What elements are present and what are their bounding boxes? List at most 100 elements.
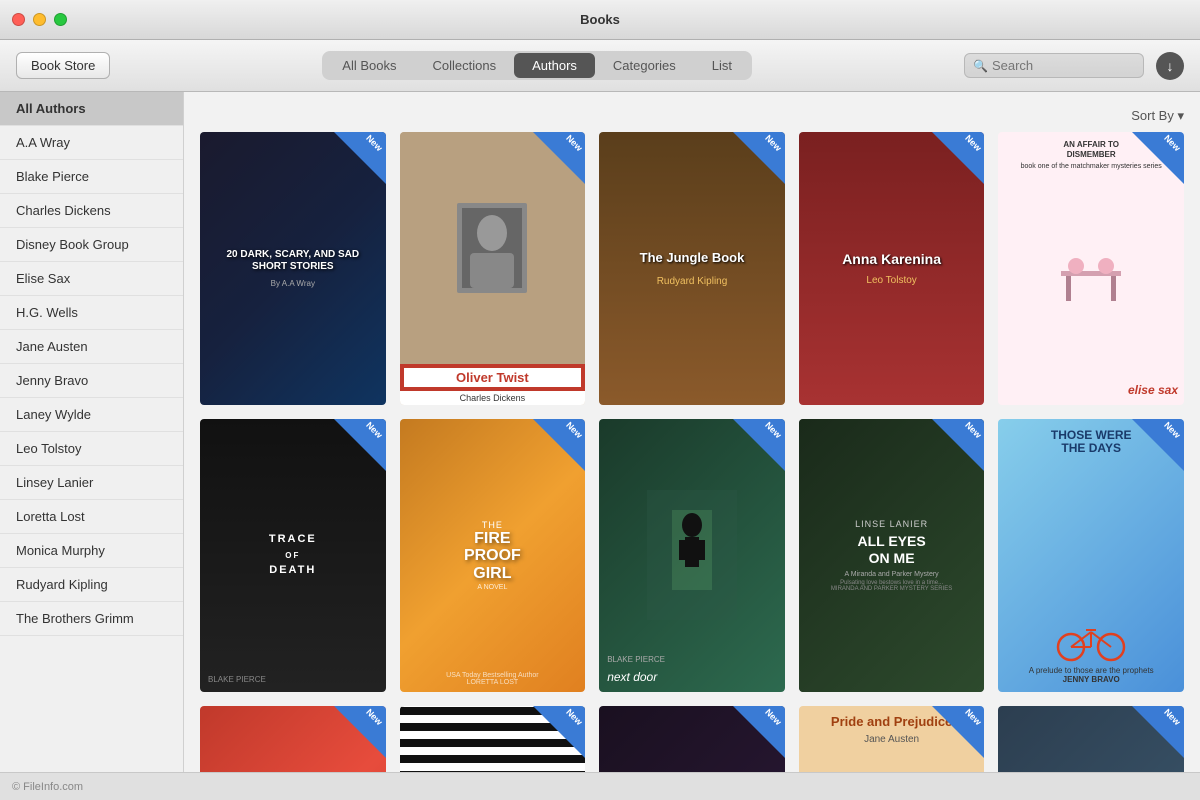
book-title-pre: THE [464,520,521,530]
new-badge: New [533,419,585,471]
new-badge: New [733,132,785,184]
book-author: Charles Dickens [402,393,584,403]
badge-label: New [364,707,384,727]
window-controls [12,13,67,26]
book-author: BLAKE PIERCE [208,675,266,684]
book-card-fireproof-girl[interactable]: THE FIREPROOFGIRL A NOVEL USA Today Best… [400,419,586,692]
book-author: BLAKE PIERCE [607,655,665,664]
book-card-20-dark[interactable]: 20 Dark, Scary, and Sad Short Stories By… [200,132,386,405]
download-icon: ↓ [1166,58,1173,74]
new-badge: New [334,132,386,184]
maximize-button[interactable] [54,13,67,26]
title-bar: Books [0,0,1200,40]
tab-authors[interactable]: Authors [514,53,595,78]
sidebar-item-blake-pierce[interactable]: Blake Pierce [0,160,183,194]
book-author: USA Today Bestselling AuthorLORETTA LOST [406,672,580,686]
new-badge: New [1132,706,1184,758]
sidebar-item-disney-book-group[interactable]: Disney Book Group [0,228,183,262]
book-title: ALL EYESON ME [831,533,952,567]
sidebar-item-loretta-lost[interactable]: Loretta Lost [0,500,183,534]
search-input[interactable] [992,58,1132,73]
badge-label: New [564,707,584,727]
sidebar-item-the-brothers-grimm[interactable]: The Brothers Grimm [0,602,183,636]
footer: © FileInfo.com [0,772,1200,800]
book-card-anna-karenina[interactable]: Anna Karenina Leo Tolstoy New [799,132,985,405]
sort-by-button[interactable]: Sort By ▾ [1131,108,1184,124]
book-card-just-friends[interactable]: just friends New York Times Bestselling … [200,706,386,772]
badge-label: New [963,420,983,440]
book-grid: 20 Dark, Scary, and Sad Short Stories By… [200,132,1184,772]
sidebar-item-charles-dickens[interactable]: Charles Dickens [0,194,183,228]
book-card-pride-prejudice[interactable]: Pride and Prejudice Jane Austen New [799,706,985,772]
book-card-trace-of-death[interactable]: TRACEOFDEATH BLAKE PIERCE New [200,419,386,692]
sort-chevron-icon: ▾ [1177,108,1184,123]
sidebar-item-jane-austen[interactable]: Jane Austen [0,330,183,364]
sidebar-item-hg-wells[interactable]: H.G. Wells [0,296,183,330]
book-card-oliver-twist[interactable]: Oliver Twist Charles Dickens New [400,132,586,405]
new-badge: New [932,706,984,758]
tab-list[interactable]: List [694,53,750,78]
badge-label: New [364,420,384,440]
sidebar-item-monica-murphy[interactable]: Monica Murphy [0,534,183,568]
window-title: Books [580,12,620,27]
sidebar-item-leo-tolstoy[interactable]: Leo Tolstoy [0,432,183,466]
book-card-jungle-book[interactable]: The Jungle Book Rudyard Kipling New [599,132,785,405]
sidebar-item-linsey-lanier[interactable]: Linsey Lanier [0,466,183,500]
footer-label: © FileInfo.com [12,781,83,793]
badge-label: New [963,707,983,727]
tab-all-books[interactable]: All Books [324,53,414,78]
badge-label: New [963,133,983,153]
sidebar-item-elise-sax[interactable]: Elise Sax [0,262,183,296]
book-card-those-were-days[interactable]: THOSE WERETHE DAYS A prelude to those ar… [998,419,1184,692]
new-badge: New [533,706,585,758]
book-card-all-eyes-on-me[interactable]: LINSE LANIER ALL EYESON ME A Miranda and… [799,419,985,692]
tab-collections[interactable]: Collections [415,53,515,78]
badge-label: New [763,420,783,440]
badge-label: New [1163,420,1183,440]
badge-label: New [1163,707,1183,727]
book-title: Oliver Twist [404,368,582,387]
new-badge: New [533,132,585,184]
book-title: 20 Dark, Scary, and Sad Short Stories [210,249,376,273]
book-card-next-door[interactable]: next door BLAKE PIERCE New [599,419,785,692]
new-badge: New [932,419,984,471]
badge-label: New [364,133,384,153]
main-content: All Authors A.A Wray Blake Pierce Charle… [0,92,1200,772]
badge-label: New [1163,133,1183,153]
book-subtitle: A Miranda and Parker Mystery [831,571,952,578]
book-author: By A.A Wray [271,279,315,288]
badge-label: New [763,707,783,727]
book-card-if-she-were-blind[interactable]: LAN... IFSHEWEREBLIND [400,706,586,772]
book-title: The Jungle Book [640,250,745,266]
sidebar-item-rudyard-kipling[interactable]: Rudyard Kipling [0,568,183,602]
download-button[interactable]: ↓ [1156,52,1184,80]
new-badge: New [1132,419,1184,471]
toolbar: Book Store All Books Collections Authors… [0,40,1200,92]
badge-label: New [763,133,783,153]
sidebar-item-laney-wylde[interactable]: Laney Wylde [0,398,183,432]
book-title: next door [607,670,657,684]
sort-by-label: Sort By [1131,108,1174,123]
book-author: A prelude to those are the prophetsJENNY… [1004,666,1178,684]
book-area: Sort By ▾ 20 Dark, Scary, and Sad Short … [184,92,1200,772]
badge-label: New [564,133,584,153]
new-badge: New [932,132,984,184]
book-author: Leo Tolstoy [842,275,941,286]
search-icon: 🔍 [973,59,988,73]
book-card-affair-dismember[interactable]: AN AFFAIR TODISMEMBERbook one of the mat… [998,132,1184,405]
minimize-button[interactable] [33,13,46,26]
close-button[interactable] [12,13,25,26]
book-card-time-machine[interactable]: theTimeMachine H. G. Wells New [599,706,785,772]
book-title: Anna Karenina [842,251,941,267]
sidebar-item-jenny-bravo[interactable]: Jenny Bravo [0,364,183,398]
tab-categories[interactable]: Categories [595,53,694,78]
book-title: TRACEOFDEATH [269,532,317,578]
book-store-button[interactable]: Book Store [16,52,110,79]
book-tagline: Pulsating love bestows love in a time...… [831,580,952,592]
book-author: elise sax [1004,383,1178,397]
sidebar-item-aa-wray[interactable]: A.A Wray [0,126,183,160]
new-badge: New [1132,132,1184,184]
search-box[interactable]: 🔍 [964,53,1144,78]
book-card-grimm-fairy-tales[interactable]: Grimm's FairyTales Wilhelm Grimm New [998,706,1184,772]
sidebar-item-all-authors[interactable]: All Authors [0,92,183,126]
